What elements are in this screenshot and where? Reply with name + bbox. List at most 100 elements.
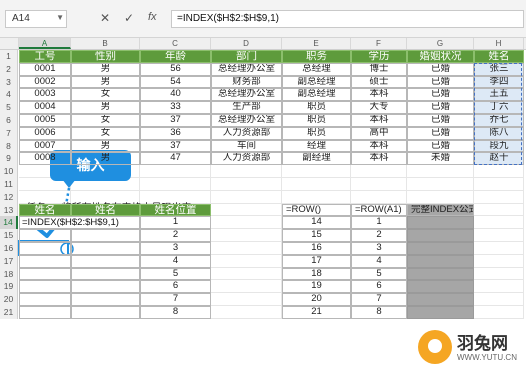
main-table-cell[interactable]: 0008 [19, 152, 71, 166]
main-table-cell[interactable]: 硕士 [351, 75, 407, 89]
row-value-cell[interactable]: 15 [282, 229, 351, 242]
main-table-cell[interactable]: 人力资源部 [211, 126, 282, 140]
main-table-cell[interactable]: 职员 [282, 126, 351, 140]
left-position-cell[interactable]: 3 [140, 242, 211, 255]
row-header-13[interactable]: 13 [0, 203, 18, 217]
main-table-cell[interactable]: 47 [140, 152, 211, 166]
right-header-cell[interactable]: =ROW(A1) [351, 203, 407, 217]
row-header-19[interactable]: 19 [0, 280, 18, 294]
main-table-cell[interactable]: 车间 [211, 139, 282, 153]
rowa1-value-cell[interactable]: 5 [351, 267, 407, 281]
main-table-cell[interactable]: 男 [71, 62, 140, 76]
left-table-cell[interactable] [71, 267, 140, 281]
left-header-cell[interactable]: 姓名位置 [140, 203, 211, 217]
left-position-cell[interactable]: 6 [140, 280, 211, 294]
main-table-cell[interactable]: 已婚 [407, 139, 474, 153]
main-table-cell[interactable]: 副总经理 [282, 88, 351, 102]
main-table-cell[interactable]: 男 [71, 101, 140, 114]
main-table-cell[interactable]: 37 [140, 114, 211, 127]
main-table-cell[interactable]: 本科 [351, 114, 407, 127]
main-table-cell[interactable]: 36 [140, 126, 211, 140]
main-header-cell[interactable]: 职务 [282, 50, 351, 63]
main-table-cell[interactable]: 女 [71, 114, 140, 127]
row-header-1[interactable]: 1 [0, 50, 18, 63]
main-table-cell[interactable]: 本科 [351, 88, 407, 102]
left-position-cell[interactable]: 2 [140, 229, 211, 242]
rowa1-value-cell[interactable]: 8 [351, 306, 407, 319]
left-table-cell[interactable] [71, 306, 140, 319]
rowa1-value-cell[interactable]: 2 [351, 229, 407, 242]
main-table-cell[interactable]: 已婚 [407, 75, 474, 89]
main-table-cell[interactable]: 0002 [19, 75, 71, 89]
row-header-20[interactable]: 20 [0, 293, 18, 306]
main-table-cell[interactable]: 56 [140, 62, 211, 76]
row-header-14[interactable]: 14 [0, 216, 18, 230]
left-table-cell[interactable] [71, 242, 140, 255]
main-table-cell[interactable]: 财务部 [211, 75, 282, 89]
index-formula-cell[interactable] [407, 216, 474, 230]
main-table-cell[interactable]: 未婚 [407, 152, 474, 166]
row-value-cell[interactable]: 17 [282, 254, 351, 268]
index-formula-cell[interactable] [407, 306, 474, 319]
main-header-cell[interactable]: 部门 [211, 50, 282, 63]
left-position-cell[interactable]: 7 [140, 293, 211, 306]
row-header-16[interactable]: 16 [0, 242, 18, 255]
row-header-21[interactable]: 21 [0, 306, 18, 319]
main-table-cell[interactable]: 本科 [351, 139, 407, 153]
main-table-cell[interactable]: 已婚 [407, 88, 474, 102]
row-header-17[interactable]: 17 [0, 254, 18, 268]
main-table-cell[interactable]: 男 [71, 152, 140, 166]
rowa1-value-cell[interactable]: 3 [351, 242, 407, 255]
index-formula-cell[interactable] [407, 293, 474, 306]
left-table-cell[interactable] [19, 293, 71, 306]
main-table-cell[interactable]: 男 [71, 75, 140, 89]
row-value-cell[interactable]: 19 [282, 280, 351, 294]
row-header-11[interactable]: 11 [0, 178, 18, 191]
row-header-15[interactable]: 15 [0, 229, 18, 242]
row-value-cell[interactable]: 20 [282, 293, 351, 306]
main-table-cell[interactable]: 0004 [19, 101, 71, 114]
left-table-cell[interactable] [71, 229, 140, 242]
main-table-cell[interactable]: 总经理办公室 [211, 114, 282, 127]
row-header-10[interactable]: 10 [0, 165, 18, 178]
main-table-cell[interactable]: 副总经理 [282, 75, 351, 89]
left-table-cell[interactable] [71, 293, 140, 306]
main-table-cell[interactable]: 职员 [282, 114, 351, 127]
main-table-cell[interactable]: 已婚 [407, 62, 474, 76]
main-table-cell[interactable]: 人力资源部 [211, 152, 282, 166]
main-table-cell[interactable]: 0001 [19, 62, 71, 76]
main-table-cell[interactable]: 女 [71, 126, 140, 140]
editing-cell-text[interactable]: =INDEX($H$2:$H$9,1) [22, 217, 121, 229]
row-header-18[interactable]: 18 [0, 267, 18, 281]
main-table-cell[interactable]: 女 [71, 88, 140, 102]
row-header-12[interactable]: 12 [0, 190, 18, 204]
left-table-cell[interactable] [71, 280, 140, 294]
row-header-3[interactable]: 3 [0, 75, 18, 89]
row-header-4[interactable]: 4 [0, 88, 18, 102]
row-header-7[interactable]: 7 [0, 126, 18, 140]
left-table-cell[interactable] [19, 267, 71, 281]
row-value-cell[interactable]: 16 [282, 242, 351, 255]
left-table-cell[interactable] [71, 254, 140, 268]
main-header-cell[interactable]: 工号 [19, 50, 71, 63]
main-table-cell[interactable]: 高中 [351, 126, 407, 140]
rowa1-value-cell[interactable]: 4 [351, 254, 407, 268]
row-value-cell[interactable]: 21 [282, 306, 351, 319]
index-formula-cell[interactable] [407, 254, 474, 268]
main-table-cell[interactable]: 总经理办公室 [211, 62, 282, 76]
left-table-cell[interactable] [19, 280, 71, 294]
index-formula-cell[interactable] [407, 267, 474, 281]
right-header-cell[interactable]: 完整INDEX公式 [407, 203, 474, 217]
main-table-cell[interactable]: 0007 [19, 139, 71, 153]
main-table-cell[interactable]: 男 [71, 139, 140, 153]
main-table-cell[interactable]: 37 [140, 139, 211, 153]
row-header-8[interactable]: 8 [0, 139, 18, 153]
main-table-cell[interactable]: 已婚 [407, 114, 474, 127]
main-table-cell[interactable]: 0005 [19, 114, 71, 127]
left-position-cell[interactable]: 4 [140, 254, 211, 268]
main-table-cell[interactable]: 总经理办公室 [211, 88, 282, 102]
left-header-cell[interactable]: 姓名 [71, 203, 140, 217]
main-header-cell[interactable]: 姓名 [474, 50, 524, 63]
row-value-cell[interactable]: 14 [282, 216, 351, 230]
main-table-cell[interactable]: 已婚 [407, 126, 474, 140]
